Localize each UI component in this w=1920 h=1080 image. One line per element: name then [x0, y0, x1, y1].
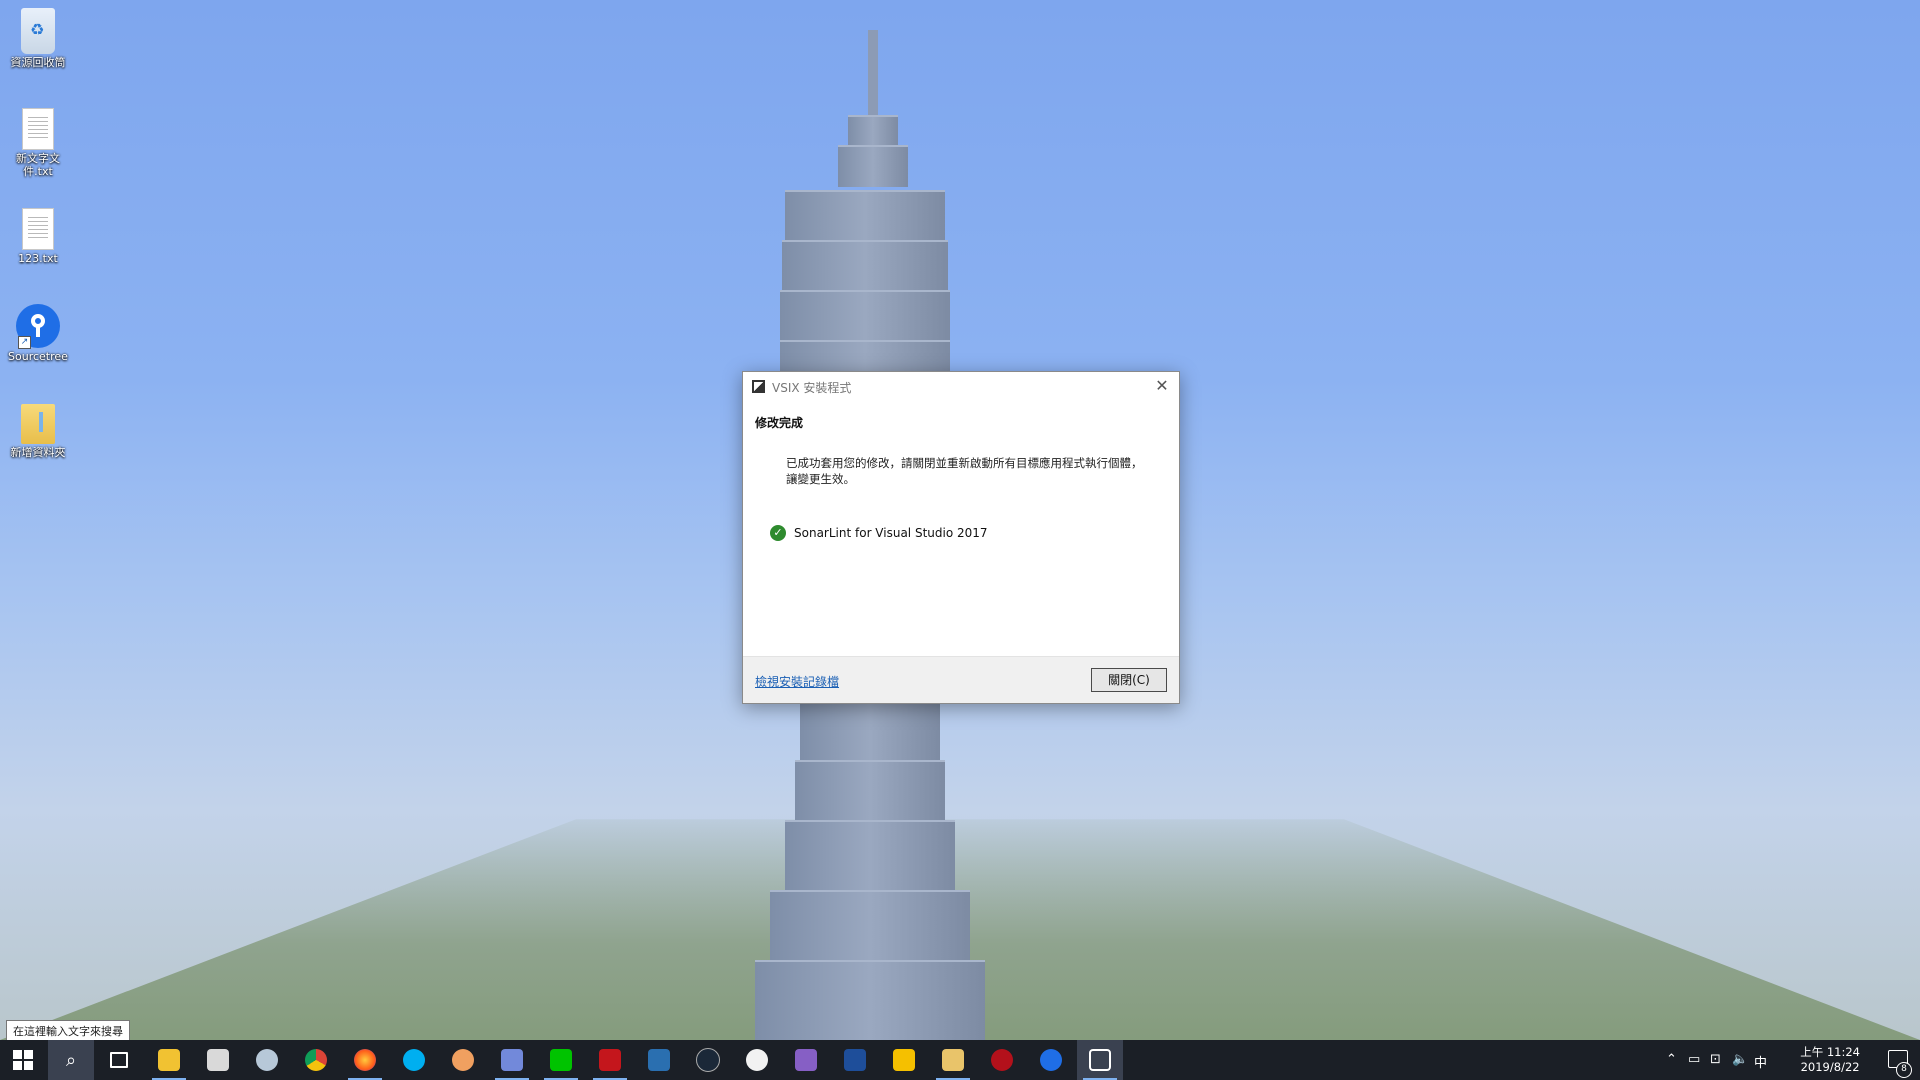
taskbar-steam[interactable]	[685, 1040, 731, 1080]
tower-section	[770, 890, 970, 962]
sourcetree-icon	[1040, 1049, 1062, 1071]
clock-date: 2019/8/22	[1800, 1060, 1860, 1074]
taskbar-garena[interactable]	[587, 1040, 633, 1080]
app-dev-icon	[844, 1049, 866, 1071]
calculator-icon	[207, 1049, 229, 1071]
search-icon: ⌕	[65, 1049, 77, 1071]
search-tooltip: 在這裡輸入文字來搜尋	[6, 1020, 130, 1042]
visual-studio-icon	[795, 1049, 817, 1071]
taskbar-file-explorer[interactable]	[146, 1040, 192, 1080]
vsix-app-icon	[752, 380, 765, 393]
dialog-title-bar[interactable]: VSIX 安裝程式 ✕	[743, 372, 1179, 402]
battery-icon[interactable]: ▭	[1688, 1052, 1700, 1067]
desktop-icon-sourcetree[interactable]: ↗ Sourcetree	[4, 304, 72, 363]
app-red-icon	[991, 1049, 1013, 1071]
taskbar-app-yellow[interactable]	[881, 1040, 927, 1080]
taskbar-calculator[interactable]	[195, 1040, 241, 1080]
search-button[interactable]: ⌕	[48, 1040, 94, 1080]
itunes-icon	[746, 1049, 768, 1071]
notification-count-badge: 8	[1896, 1062, 1912, 1078]
desktop-icon-label: 資源回收筒	[10, 56, 66, 69]
desktop-icon-label: 新文字文件.txt	[16, 152, 60, 178]
taskbar-discord[interactable]	[489, 1040, 535, 1080]
text-file-icon	[22, 108, 54, 150]
tower-base	[755, 960, 985, 1042]
skype-icon	[403, 1049, 425, 1071]
text-file-icon	[22, 208, 54, 250]
taskbar-vsix-installer[interactable]	[1077, 1040, 1123, 1080]
paint-icon	[256, 1049, 278, 1071]
chrome-icon	[305, 1049, 327, 1071]
system-tray: ⌃ ▭ ⊡ 🔈 中 上午 11:24 2019/8/22 8	[1660, 1040, 1920, 1080]
taskbar-app-orange[interactable]	[440, 1040, 486, 1080]
vsix-installer-icon	[1089, 1049, 1111, 1071]
desktop-icon-label: 新增資料夾	[10, 446, 66, 459]
start-button[interactable]	[0, 1040, 46, 1080]
app-blue-icon	[648, 1049, 670, 1071]
app-yellow-icon	[893, 1049, 915, 1071]
dialog-message: 已成功套用您的修改，請關閉並重新啟動所有目標應用程式執行個體，讓變更生效。	[786, 456, 1143, 486]
installed-extension-item: ✓ SonarLint for Visual Studio 2017	[770, 525, 988, 541]
taskbar-sourcetree[interactable]	[1028, 1040, 1074, 1080]
steam-icon	[696, 1048, 720, 1072]
view-install-log-link[interactable]: 檢視安裝記錄檔	[755, 673, 839, 690]
task-view-button[interactable]	[96, 1040, 142, 1080]
network-icon[interactable]: ⊡	[1710, 1052, 1721, 1067]
check-circle-icon: ✓	[770, 525, 786, 541]
tower-section	[800, 700, 940, 762]
taskbar-chrome[interactable]	[293, 1040, 339, 1080]
clock[interactable]: 上午 11:24 2019/8/22	[1800, 1045, 1860, 1075]
tower-top	[848, 115, 898, 147]
ime-indicator[interactable]: 中	[1754, 1052, 1767, 1071]
desktop-icon-recycle-bin[interactable]: 資源回收筒	[4, 8, 72, 69]
line-icon	[550, 1049, 572, 1071]
tower-section	[795, 760, 945, 822]
firefox-icon	[354, 1049, 376, 1071]
extension-name: SonarLint for Visual Studio 2017	[794, 526, 988, 540]
desktop-icon-new-folder[interactable]: 新增資料夾	[4, 404, 72, 459]
desktop-icon-123-txt[interactable]: 123.txt	[4, 208, 72, 265]
tower-section	[782, 240, 948, 292]
desktop-icon-label: Sourcetree	[8, 350, 68, 363]
taskbar-skype[interactable]	[391, 1040, 437, 1080]
tower-spire	[868, 30, 878, 120]
taskbar-app-folder[interactable]	[930, 1040, 976, 1080]
taskbar-line[interactable]	[538, 1040, 584, 1080]
app-folder-icon	[942, 1049, 964, 1071]
dialog-heading: 修改完成	[755, 416, 804, 430]
close-button[interactable]: 關閉(C)	[1091, 668, 1167, 692]
garena-icon	[599, 1049, 621, 1071]
chevron-up-icon[interactable]: ⌃	[1666, 1052, 1677, 1067]
file-explorer-icon	[158, 1049, 180, 1071]
taskbar-paint[interactable]	[244, 1040, 290, 1080]
close-icon[interactable]: ✕	[1147, 374, 1177, 398]
tower-section	[780, 290, 950, 342]
taskbar-visual-studio[interactable]	[783, 1040, 829, 1080]
dialog-title: VSIX 安裝程式	[772, 381, 852, 395]
task-view-icon	[110, 1052, 128, 1068]
tower-section	[838, 145, 908, 187]
app-orange-icon	[452, 1049, 474, 1071]
taskbar-app-blue[interactable]	[636, 1040, 682, 1080]
vsix-installer-dialog: VSIX 安裝程式 ✕ 修改完成 已成功套用您的修改，請關閉並重新啟動所有目標應…	[742, 371, 1180, 704]
taskbar-app-dev[interactable]	[832, 1040, 878, 1080]
clock-time: 上午 11:24	[1800, 1045, 1860, 1059]
tower-section	[785, 190, 945, 242]
volume-icon[interactable]: 🔈	[1732, 1052, 1748, 1067]
dialog-footer: 檢視安裝記錄檔 關閉(C)	[743, 656, 1179, 703]
taskbar-app-red[interactable]	[979, 1040, 1025, 1080]
windows-logo-icon	[13, 1050, 33, 1070]
folder-icon	[21, 404, 55, 444]
taskbar-firefox[interactable]	[342, 1040, 388, 1080]
taskbar-itunes[interactable]	[734, 1040, 780, 1080]
desktop-icon-label: 123.txt	[18, 252, 58, 265]
tower-section	[785, 820, 955, 892]
shortcut-arrow-icon: ↗	[18, 336, 31, 349]
taskbar: ⌕ ⌃ ▭ ⊡ 🔈 中 上午 11:24 2019/8/22 8	[0, 1040, 1920, 1080]
desktop-icon-new-text-file[interactable]: 新文字文件.txt	[4, 108, 72, 178]
discord-icon	[501, 1049, 523, 1071]
recycle-bin-icon	[21, 8, 55, 54]
